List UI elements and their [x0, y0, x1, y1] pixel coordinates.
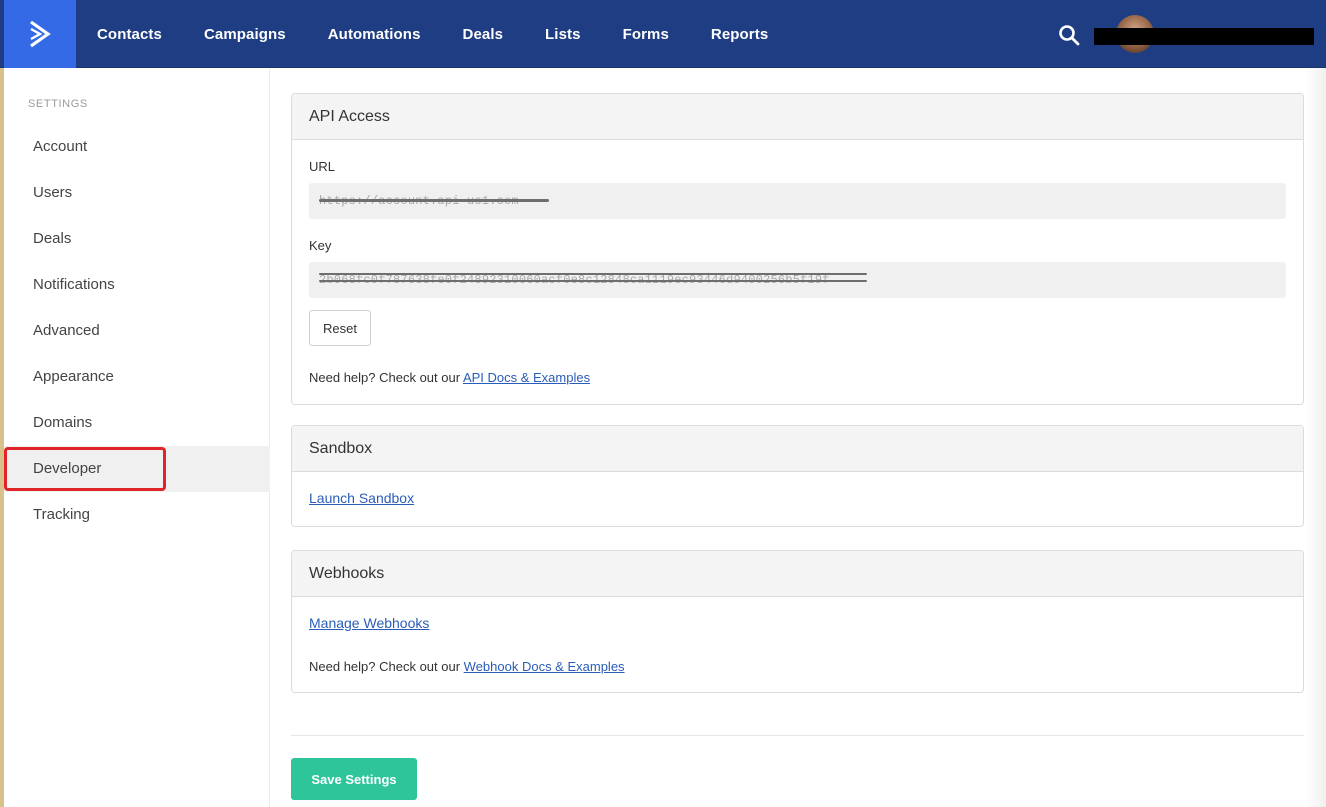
- redacted-user-name: [1094, 28, 1314, 45]
- nav-campaigns[interactable]: Campaigns: [204, 26, 286, 43]
- manage-webhooks-link[interactable]: Manage Webhooks: [309, 615, 429, 631]
- sidebar-list: Account Users Deals Notifications Advanc…: [4, 124, 270, 538]
- api-help-text: Need help? Check out our API Docs & Exam…: [309, 370, 590, 385]
- redaction-line: [319, 199, 549, 202]
- sidebar-item-account[interactable]: Account: [4, 124, 270, 170]
- launch-sandbox-link[interactable]: Launch Sandbox: [309, 490, 414, 506]
- api-key-field[interactable]: 2b068fc0f787638fe0f24892310060acf0e8c128…: [309, 262, 1286, 298]
- nav-automations[interactable]: Automations: [328, 26, 421, 43]
- nav-reports[interactable]: Reports: [711, 26, 768, 43]
- api-docs-link[interactable]: API Docs & Examples: [463, 370, 590, 385]
- chevron-right-icon: [30, 20, 51, 48]
- sandbox-panel: Sandbox Launch Sandbox: [291, 425, 1304, 527]
- key-label: Key: [309, 238, 332, 253]
- nav-lists[interactable]: Lists: [545, 26, 581, 43]
- sidebar-item-users[interactable]: Users: [4, 170, 270, 216]
- section-divider: [291, 735, 1304, 736]
- webhooks-panel: Webhooks Manage Webhooks Need help? Chec…: [291, 550, 1304, 693]
- panel-title: Sandbox: [292, 426, 1303, 472]
- webhook-docs-link[interactable]: Webhook Docs & Examples: [464, 659, 625, 674]
- sidebar-item-deals[interactable]: Deals: [4, 216, 270, 262]
- sidebar-heading: SETTINGS: [28, 98, 88, 110]
- webhook-help-text: Need help? Check out our Webhook Docs & …: [309, 659, 625, 674]
- redaction-line: [319, 280, 867, 282]
- sidebar-item-advanced[interactable]: Advanced: [4, 308, 270, 354]
- url-label: URL: [309, 159, 336, 174]
- sidebar-item-developer[interactable]: Developer: [4, 446, 270, 492]
- api-access-panel: API Access URL https://account.api-us1.c…: [291, 93, 1304, 405]
- search-icon[interactable]: [1058, 24, 1080, 46]
- highlight-box: [4, 447, 166, 491]
- redaction-line: [319, 273, 867, 275]
- sidebar-item-tracking[interactable]: Tracking: [4, 492, 270, 538]
- settings-content: API Access URL https://account.api-us1.c…: [271, 68, 1326, 807]
- window-edge-shadow: [1304, 68, 1326, 807]
- api-url-field[interactable]: https://account.api-us1.com: [309, 183, 1286, 219]
- sidebar-item-appearance[interactable]: Appearance: [4, 354, 270, 400]
- nav-forms[interactable]: Forms: [623, 26, 669, 43]
- help-prefix: Need help? Check out our: [309, 370, 463, 385]
- nav-deals[interactable]: Deals: [463, 26, 504, 43]
- save-settings-button[interactable]: Save Settings: [291, 758, 417, 800]
- nav-contacts[interactable]: Contacts: [97, 26, 162, 43]
- sandbox-link-wrap: Launch Sandbox: [309, 490, 414, 506]
- top-navigation-bar: Contacts Campaigns Automations Deals Lis…: [0, 0, 1326, 68]
- panel-title: Webhooks: [292, 551, 1303, 597]
- webhooks-link-wrap: Manage Webhooks: [309, 615, 429, 631]
- help-prefix: Need help? Check out our: [309, 659, 464, 674]
- sidebar-item-domains[interactable]: Domains: [4, 400, 270, 446]
- settings-sidebar: SETTINGS Account Users Deals Notificatio…: [4, 68, 270, 807]
- reset-button[interactable]: Reset: [309, 310, 371, 346]
- app-logo[interactable]: [4, 0, 76, 68]
- sidebar-item-notifications[interactable]: Notifications: [4, 262, 270, 308]
- panel-title: API Access: [292, 94, 1303, 140]
- main-nav: Contacts Campaigns Automations Deals Lis…: [97, 0, 810, 68]
